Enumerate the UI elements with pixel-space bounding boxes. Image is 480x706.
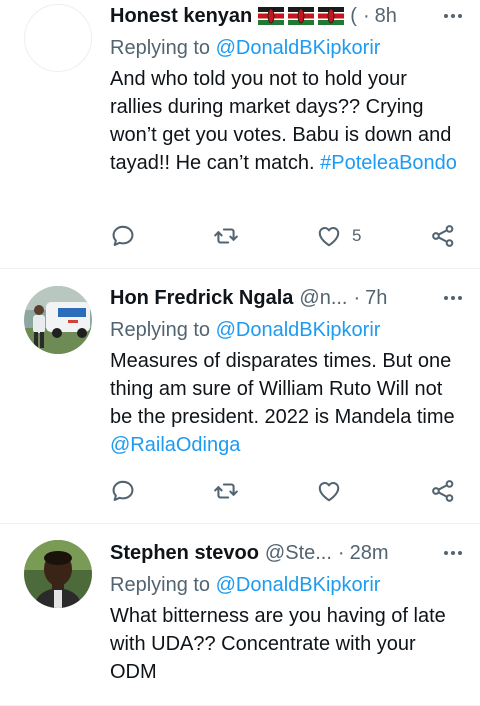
separator-dot: · — [362, 4, 370, 27]
replying-to: Replying to @DonaldBKipkorir — [110, 37, 380, 60]
replying-to-label: Replying to — [110, 37, 211, 59]
timestamp[interactable]: 28m — [350, 542, 389, 565]
avatar[interactable] — [24, 4, 92, 72]
reply-icon — [112, 480, 134, 502]
heart-icon — [318, 226, 340, 247]
replying-to-label: Replying to — [110, 319, 211, 341]
replying-to-mention[interactable]: @DonaldBKipkorir — [216, 37, 381, 59]
separator-dot: · — [337, 541, 345, 564]
profile-photo — [24, 540, 92, 608]
more-options-icon[interactable] — [444, 283, 462, 313]
timestamp[interactable]: 7h — [365, 287, 387, 310]
timestamp[interactable]: 8h — [375, 5, 397, 28]
share-button[interactable] — [430, 474, 456, 508]
user-handle[interactable]: ( — [350, 5, 357, 28]
user-handle[interactable]: @n... — [299, 287, 347, 310]
tweet-text: What bitterness are you having of late w… — [110, 602, 460, 686]
like-count: 5 — [352, 226, 362, 245]
replying-to: Replying to @DonaldBKipkorir — [110, 319, 380, 342]
retweet-button[interactable] — [213, 219, 239, 253]
reply-button[interactable] — [110, 474, 136, 508]
tweet-header: Hon Fredrick Ngala @n... · 7h — [110, 283, 462, 313]
display-name[interactable]: Honest kenyan — [110, 5, 252, 28]
tweet-2[interactable]: Hon Fredrick Ngala @n... · 7h Replying t… — [0, 269, 480, 524]
hashtag-link[interactable]: #PoteleaBondo — [320, 152, 457, 174]
tweet-header: Stephen stevoo @Ste... · 28m — [110, 538, 462, 568]
tweet-text-body: Measures of disparates times. But one th… — [110, 350, 455, 428]
more-options-icon[interactable] — [444, 1, 462, 31]
avatar[interactable] — [24, 540, 92, 608]
replying-to-mention[interactable]: @DonaldBKipkorir — [216, 319, 381, 341]
reply-button[interactable] — [110, 219, 136, 253]
reply-icon — [112, 225, 134, 247]
user-handle[interactable]: @Ste... — [265, 542, 332, 565]
retweet-button[interactable] — [213, 474, 239, 508]
heart-icon — [318, 481, 340, 502]
replying-to-label: Replying to — [110, 574, 211, 596]
separator-dot: · — [353, 286, 361, 309]
retweet-icon — [214, 483, 238, 499]
retweet-icon — [214, 228, 238, 244]
mention-link[interactable]: @RailaOdinga — [110, 434, 240, 456]
display-name[interactable]: Stephen stevoo — [110, 542, 259, 565]
tweet-actions — [110, 474, 460, 508]
like-button[interactable] — [316, 474, 352, 508]
like-button[interactable]: 5 — [316, 219, 361, 253]
tweet-text: Measures of disparates times. But one th… — [110, 347, 460, 459]
kenya-flag-icon — [288, 7, 315, 25]
tweet-1[interactable]: Honest kenyan (· 8h Replying to @Donald… — [0, 0, 480, 269]
replying-to: Replying to @DonaldBKipkorir — [110, 574, 380, 597]
tweet-actions: 5 — [110, 219, 460, 253]
avatar[interactable] — [24, 286, 92, 354]
tweet-header: Honest kenyan (· 8h — [110, 1, 462, 31]
replying-to-mention[interactable]: @DonaldBKipkorir — [216, 574, 381, 596]
share-icon — [432, 225, 454, 247]
kenya-flag-icon — [318, 7, 345, 25]
flag-emojis — [258, 7, 345, 25]
tweet-text-body: What bitterness are you having of late w… — [110, 605, 446, 683]
more-options-icon[interactable] — [444, 538, 462, 568]
display-name[interactable]: Hon Fredrick Ngala — [110, 287, 293, 310]
share-icon — [432, 480, 454, 502]
tweet-text: And who told you not to hold your rallie… — [110, 65, 460, 177]
share-button[interactable] — [430, 219, 456, 253]
profile-photo — [24, 286, 92, 354]
kenya-flag-icon — [258, 7, 285, 25]
tweet-3[interactable]: Stephen stevoo @Ste... · 28m Replying to… — [0, 524, 480, 706]
